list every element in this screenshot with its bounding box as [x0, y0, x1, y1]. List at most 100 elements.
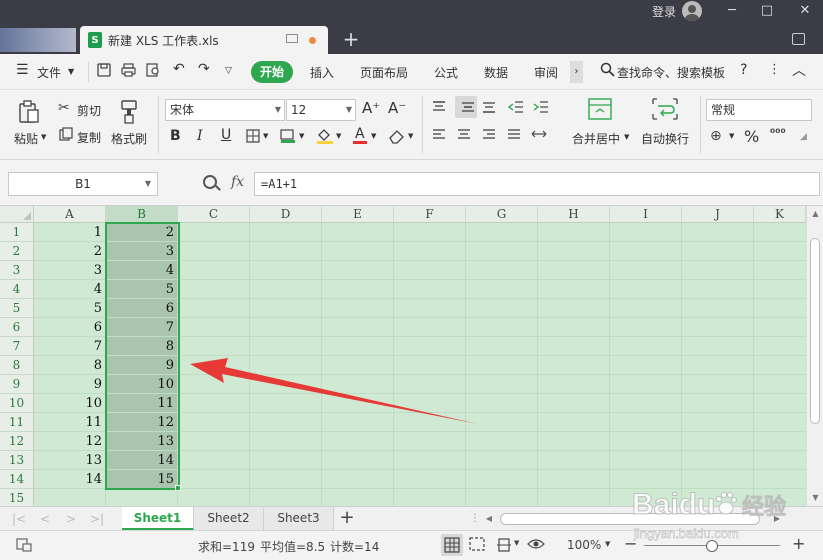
menu-review[interactable]: 审阅	[534, 64, 558, 81]
copy-button[interactable]: 复制	[77, 129, 101, 146]
cut-icon[interactable]: ✂	[58, 100, 70, 116]
row-header-3[interactable]: 3	[0, 261, 34, 280]
column-header-a[interactable]: A	[34, 206, 106, 223]
column-header-b[interactable]: B	[106, 206, 178, 223]
cell-a13[interactable]: 13	[34, 451, 106, 470]
indent-increase-icon[interactable]	[533, 100, 549, 117]
zoom-level[interactable]: 100%	[567, 538, 601, 552]
new-tab-button[interactable]: +	[340, 26, 362, 52]
cell-a4[interactable]: 4	[34, 280, 106, 299]
print-icon[interactable]	[121, 63, 136, 80]
page-break-view-icon[interactable]	[469, 537, 487, 556]
font-color-button[interactable]: A	[353, 127, 367, 144]
print-preview-icon[interactable]	[146, 63, 161, 80]
scroll-up-icon[interactable]: ▲	[807, 206, 823, 222]
add-sheet-button[interactable]: +	[337, 507, 357, 530]
zoom-magnifier-icon[interactable]	[203, 175, 217, 189]
percent-button[interactable]: %	[744, 127, 759, 146]
grow-font-button[interactable]: A⁺	[362, 99, 380, 117]
merge-dropdown-icon[interactable]: ▼	[624, 133, 629, 141]
currency-dropdown-icon[interactable]: ▼	[729, 132, 734, 140]
minimize-button[interactable]: ─	[717, 0, 747, 22]
sheet-tab-sheet2[interactable]: Sheet2	[194, 507, 264, 530]
tab-start[interactable]: 开始	[251, 61, 293, 83]
select-all-corner[interactable]	[0, 206, 34, 223]
cell-a10[interactable]: 10	[34, 394, 106, 413]
vertical-scroll-thumb[interactable]	[810, 238, 820, 424]
fill-pattern-icon[interactable]	[280, 129, 296, 146]
formula-input[interactable]: =A1+1	[254, 172, 820, 196]
sheet-tab-sheet1[interactable]: Sheet1	[122, 507, 194, 530]
column-header-g[interactable]: G	[466, 206, 538, 223]
row-header-9[interactable]: 9	[0, 375, 34, 394]
column-header-k[interactable]: K	[754, 206, 806, 223]
number-format-select[interactable]: 常规	[706, 99, 812, 121]
align-middle-icon[interactable]	[455, 96, 477, 118]
cell-a2[interactable]: 2	[34, 242, 106, 261]
undo-icon[interactable]: ↶	[173, 61, 185, 77]
menu-scroll-right-icon[interactable]: ›	[570, 61, 583, 83]
sidebar-toggle-icon[interactable]	[792, 33, 805, 45]
row-header-14[interactable]: 14	[0, 470, 34, 489]
more-options-icon[interactable]: ⋮	[768, 62, 781, 77]
help-icon[interactable]: ?	[740, 62, 747, 78]
maximize-button[interactable]: □	[752, 0, 782, 22]
cell-a14[interactable]: 14	[34, 470, 106, 489]
search-commands[interactable]: 查找命令、搜索模板	[617, 64, 725, 81]
paste-dropdown-icon[interactable]: ▼	[41, 133, 46, 141]
menu-insert[interactable]: 插入	[310, 64, 334, 81]
next-sheet-icon[interactable]: >	[62, 511, 80, 527]
merge-center-button[interactable]: 合并居中	[572, 130, 620, 147]
clear-dropdown-icon[interactable]: ▼	[408, 132, 413, 140]
font-name-dropdown-icon[interactable]: ▼	[275, 100, 281, 120]
shrink-font-button[interactable]: A⁻	[388, 99, 406, 117]
bold-button[interactable]: B	[170, 128, 181, 144]
monitor-icon[interactable]	[286, 34, 298, 43]
row-header-7[interactable]: 7	[0, 337, 34, 356]
paste-icon[interactable]	[18, 100, 40, 124]
cell-a6[interactable]: 6	[34, 318, 106, 337]
cell-a1[interactable]: 1	[34, 223, 106, 242]
align-right-icon[interactable]	[482, 128, 496, 144]
cell-a11[interactable]: 11	[34, 413, 106, 432]
row-header-8[interactable]: 8	[0, 356, 34, 375]
align-top-icon[interactable]	[432, 101, 446, 116]
distributed-align-icon[interactable]	[531, 128, 547, 144]
row-header-5[interactable]: 5	[0, 299, 34, 318]
align-center-icon[interactable]	[457, 128, 471, 144]
row-header-10[interactable]: 10	[0, 394, 34, 413]
column-header-j[interactable]: J	[682, 206, 754, 223]
name-box-dropdown-icon[interactable]: ▼	[145, 173, 151, 195]
wrap-text-icon[interactable]	[652, 98, 678, 123]
row-header-13[interactable]: 13	[0, 451, 34, 470]
indent-decrease-icon[interactable]	[507, 100, 524, 117]
avatar-icon[interactable]	[682, 1, 702, 21]
currency-icon[interactable]: ⊕	[710, 128, 722, 144]
close-button[interactable]: ✕	[790, 0, 820, 22]
row-header-6[interactable]: 6	[0, 318, 34, 337]
justify-icon[interactable]	[507, 128, 521, 144]
format-painter-button[interactable]: 格式刷	[111, 130, 147, 147]
column-header-f[interactable]: F	[394, 206, 466, 223]
cell-a7[interactable]: 7	[34, 337, 106, 356]
eye-protection-icon[interactable]	[527, 537, 545, 554]
cell-a9[interactable]: 9	[34, 375, 106, 394]
macro-record-icon[interactable]	[16, 536, 32, 555]
menu-file[interactable]: 文件	[37, 64, 61, 81]
cut-button[interactable]: 剪切	[77, 102, 101, 119]
row-header-1[interactable]: 1	[0, 223, 34, 242]
file-dropdown-icon[interactable]: ▼	[68, 67, 74, 76]
font-size-select[interactable]: 12 ▼	[286, 99, 356, 121]
underline-button[interactable]: U	[221, 127, 231, 143]
fill-color-dropdown-icon[interactable]: ▼	[336, 132, 341, 140]
align-bottom-icon[interactable]	[482, 101, 496, 116]
redo-icon[interactable]: ↷	[198, 61, 210, 77]
customize-dropdown-icon[interactable]: ▽	[225, 66, 232, 76]
search-icon[interactable]	[600, 62, 615, 80]
column-header-h[interactable]: H	[538, 206, 610, 223]
view-dropdown-icon[interactable]: ▼	[514, 539, 519, 547]
cell-a5[interactable]: 5	[34, 299, 106, 318]
fill-pattern-dropdown-icon[interactable]: ▼	[299, 132, 304, 140]
page-layout-view-icon[interactable]	[496, 537, 514, 556]
clear-eraser-icon[interactable]	[388, 128, 406, 147]
